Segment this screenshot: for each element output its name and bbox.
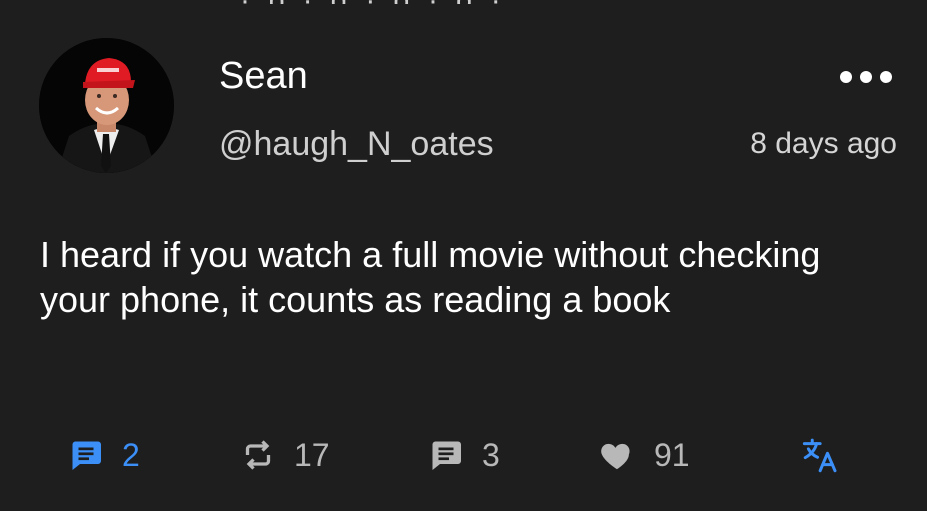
post-body: I heard if you watch a full movie withou… [40,234,821,320]
more-options-button[interactable] [840,62,892,92]
comment-icon [68,437,104,473]
action-bar: 2 17 3 91 [0,430,927,480]
user-avatar-photo [39,38,174,173]
quote-button[interactable]: 3 [428,430,500,480]
heart-icon [598,436,636,474]
reply-button[interactable]: 2 [68,430,140,480]
post-timestamp: 8 days ago [750,127,897,160]
user-handle[interactable]: @haugh_N_oates [219,124,494,164]
avatar[interactable] [39,38,174,173]
reply-count: 2 [122,436,140,473]
like-count: 91 [654,436,690,473]
repost-button[interactable]: 17 [240,430,330,480]
translate-icon [800,434,842,476]
like-button[interactable]: 91 [598,430,690,480]
more-horizontal-icon [840,71,852,83]
repost-count: 17 [294,436,330,473]
more-dot [880,71,892,83]
display-name[interactable]: Sean [219,54,308,98]
quote-count: 3 [482,436,500,473]
post-card: Sean @haugh_N_oates 8 days ago I heard i… [0,0,927,511]
translate-button[interactable] [800,430,842,480]
more-dot [860,71,872,83]
quote-comment-icon [428,437,464,473]
repost-icon [240,437,276,473]
